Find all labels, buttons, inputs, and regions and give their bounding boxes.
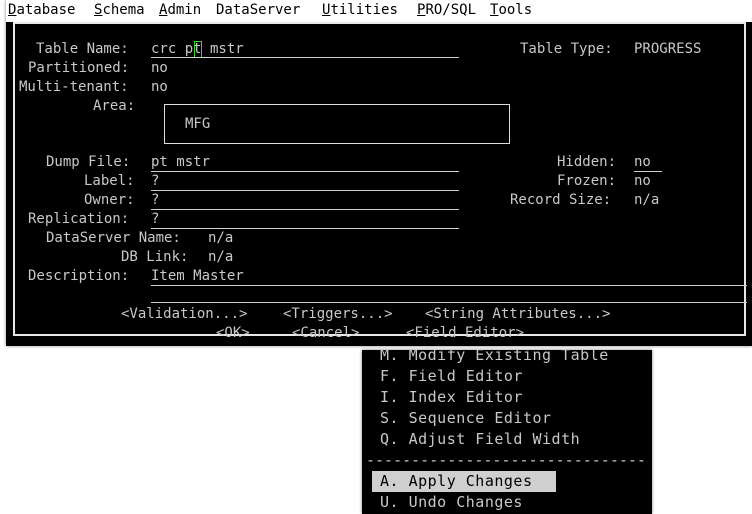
- menu-item-undo-changes[interactable]: U. Undo Changes: [380, 492, 523, 513]
- validation-button[interactable]: <Validation...>: [121, 305, 247, 324]
- menu-admin[interactable]: Admin: [159, 1, 201, 20]
- owner-label: Owner:: [84, 192, 135, 208]
- menu-item-sequence-editor[interactable]: S. Sequence Editor: [380, 408, 552, 429]
- multitenant-value: no: [151, 79, 168, 95]
- table-type-value: PROGRESS: [634, 41, 702, 57]
- menu-tools[interactable]: Tools: [490, 1, 532, 20]
- dataserver-name-label: DataServer Name:: [46, 230, 181, 246]
- table-name-underline: [151, 57, 459, 58]
- replication-field[interactable]: ?: [151, 210, 159, 229]
- area-value: MFG: [185, 116, 211, 132]
- description-field[interactable]: Item Master: [151, 267, 244, 286]
- description-underline-2: [151, 302, 747, 303]
- menu-item-field-editor[interactable]: F. Field Editor: [380, 366, 523, 387]
- owner-field[interactable]: ?: [151, 191, 159, 210]
- dataserver-name-value: n/a: [208, 230, 234, 246]
- replication-label: Replication:: [28, 211, 130, 227]
- frozen-label: Frozen:: [557, 173, 617, 189]
- menu-utilities[interactable]: Utilities: [322, 1, 398, 20]
- menu-dataserver[interactable]: DataServer: [216, 1, 300, 20]
- description-underline-1: [151, 285, 747, 286]
- progress-dictionary-terminal: Database Schema Admin DataServer Utiliti…: [6, 0, 752, 346]
- menu-item-adjust-field-width[interactable]: Q. Adjust Field Width: [380, 429, 580, 450]
- text-cursor: [194, 41, 202, 58]
- triggers-button[interactable]: <Triggers...>: [283, 305, 393, 324]
- area-selection-box[interactable]: MFG: [164, 104, 510, 144]
- menu-separator: -------------------------------: [366, 451, 646, 469]
- field-editor-button[interactable]: <Field Editor>: [406, 324, 524, 343]
- partitioned-value: no: [151, 60, 168, 76]
- menu-item-index-editor[interactable]: I. Index Editor: [380, 387, 523, 408]
- record-size-value: n/a: [634, 192, 660, 208]
- frozen-value: no: [634, 173, 651, 189]
- hidden-label: Hidden:: [557, 154, 617, 170]
- cancel-button[interactable]: <Cancel>: [292, 324, 359, 343]
- hidden-field[interactable]: no: [634, 153, 651, 172]
- menu-database[interactable]: Database: [8, 1, 75, 20]
- menu-bar: Database Schema Admin DataServer Utiliti…: [6, 0, 752, 22]
- area-label: Area:: [93, 98, 136, 114]
- description-label: Description:: [28, 268, 130, 284]
- db-link-label: DB Link:: [121, 249, 189, 265]
- partitioned-label: Partitioned:: [28, 60, 130, 76]
- menu-item-modify-existing-table[interactable]: M. Modify Existing Table: [380, 350, 609, 366]
- dump-file-field[interactable]: pt mstr: [151, 153, 210, 172]
- owner-underline: [151, 209, 459, 210]
- menu-item-apply-changes[interactable]: A. Apply Changes: [380, 471, 533, 492]
- label-label: Label:: [84, 173, 135, 189]
- replication-underline: [151, 228, 459, 229]
- table-name-label: Table Name:: [36, 41, 129, 57]
- db-link-value: n/a: [208, 249, 234, 265]
- string-attributes-button[interactable]: <String Attributes...>: [425, 305, 610, 324]
- multitenant-label: Multi-tenant:: [19, 79, 129, 95]
- dump-file-label: Dump File:: [46, 154, 131, 170]
- record-size-label: Record Size:: [510, 192, 612, 208]
- table-type-label: Table Type:: [520, 41, 613, 57]
- label-field[interactable]: ?: [151, 172, 159, 191]
- dump-file-underline: [151, 171, 459, 172]
- schema-menu-popup: M. Modify Existing Table F. Field Editor…: [362, 350, 652, 514]
- label-underline: [151, 190, 459, 191]
- ok-button[interactable]: <OK>: [216, 324, 250, 343]
- menu-pro-sql[interactable]: PRO/SQL: [417, 1, 476, 20]
- menu-schema[interactable]: Schema: [94, 1, 145, 20]
